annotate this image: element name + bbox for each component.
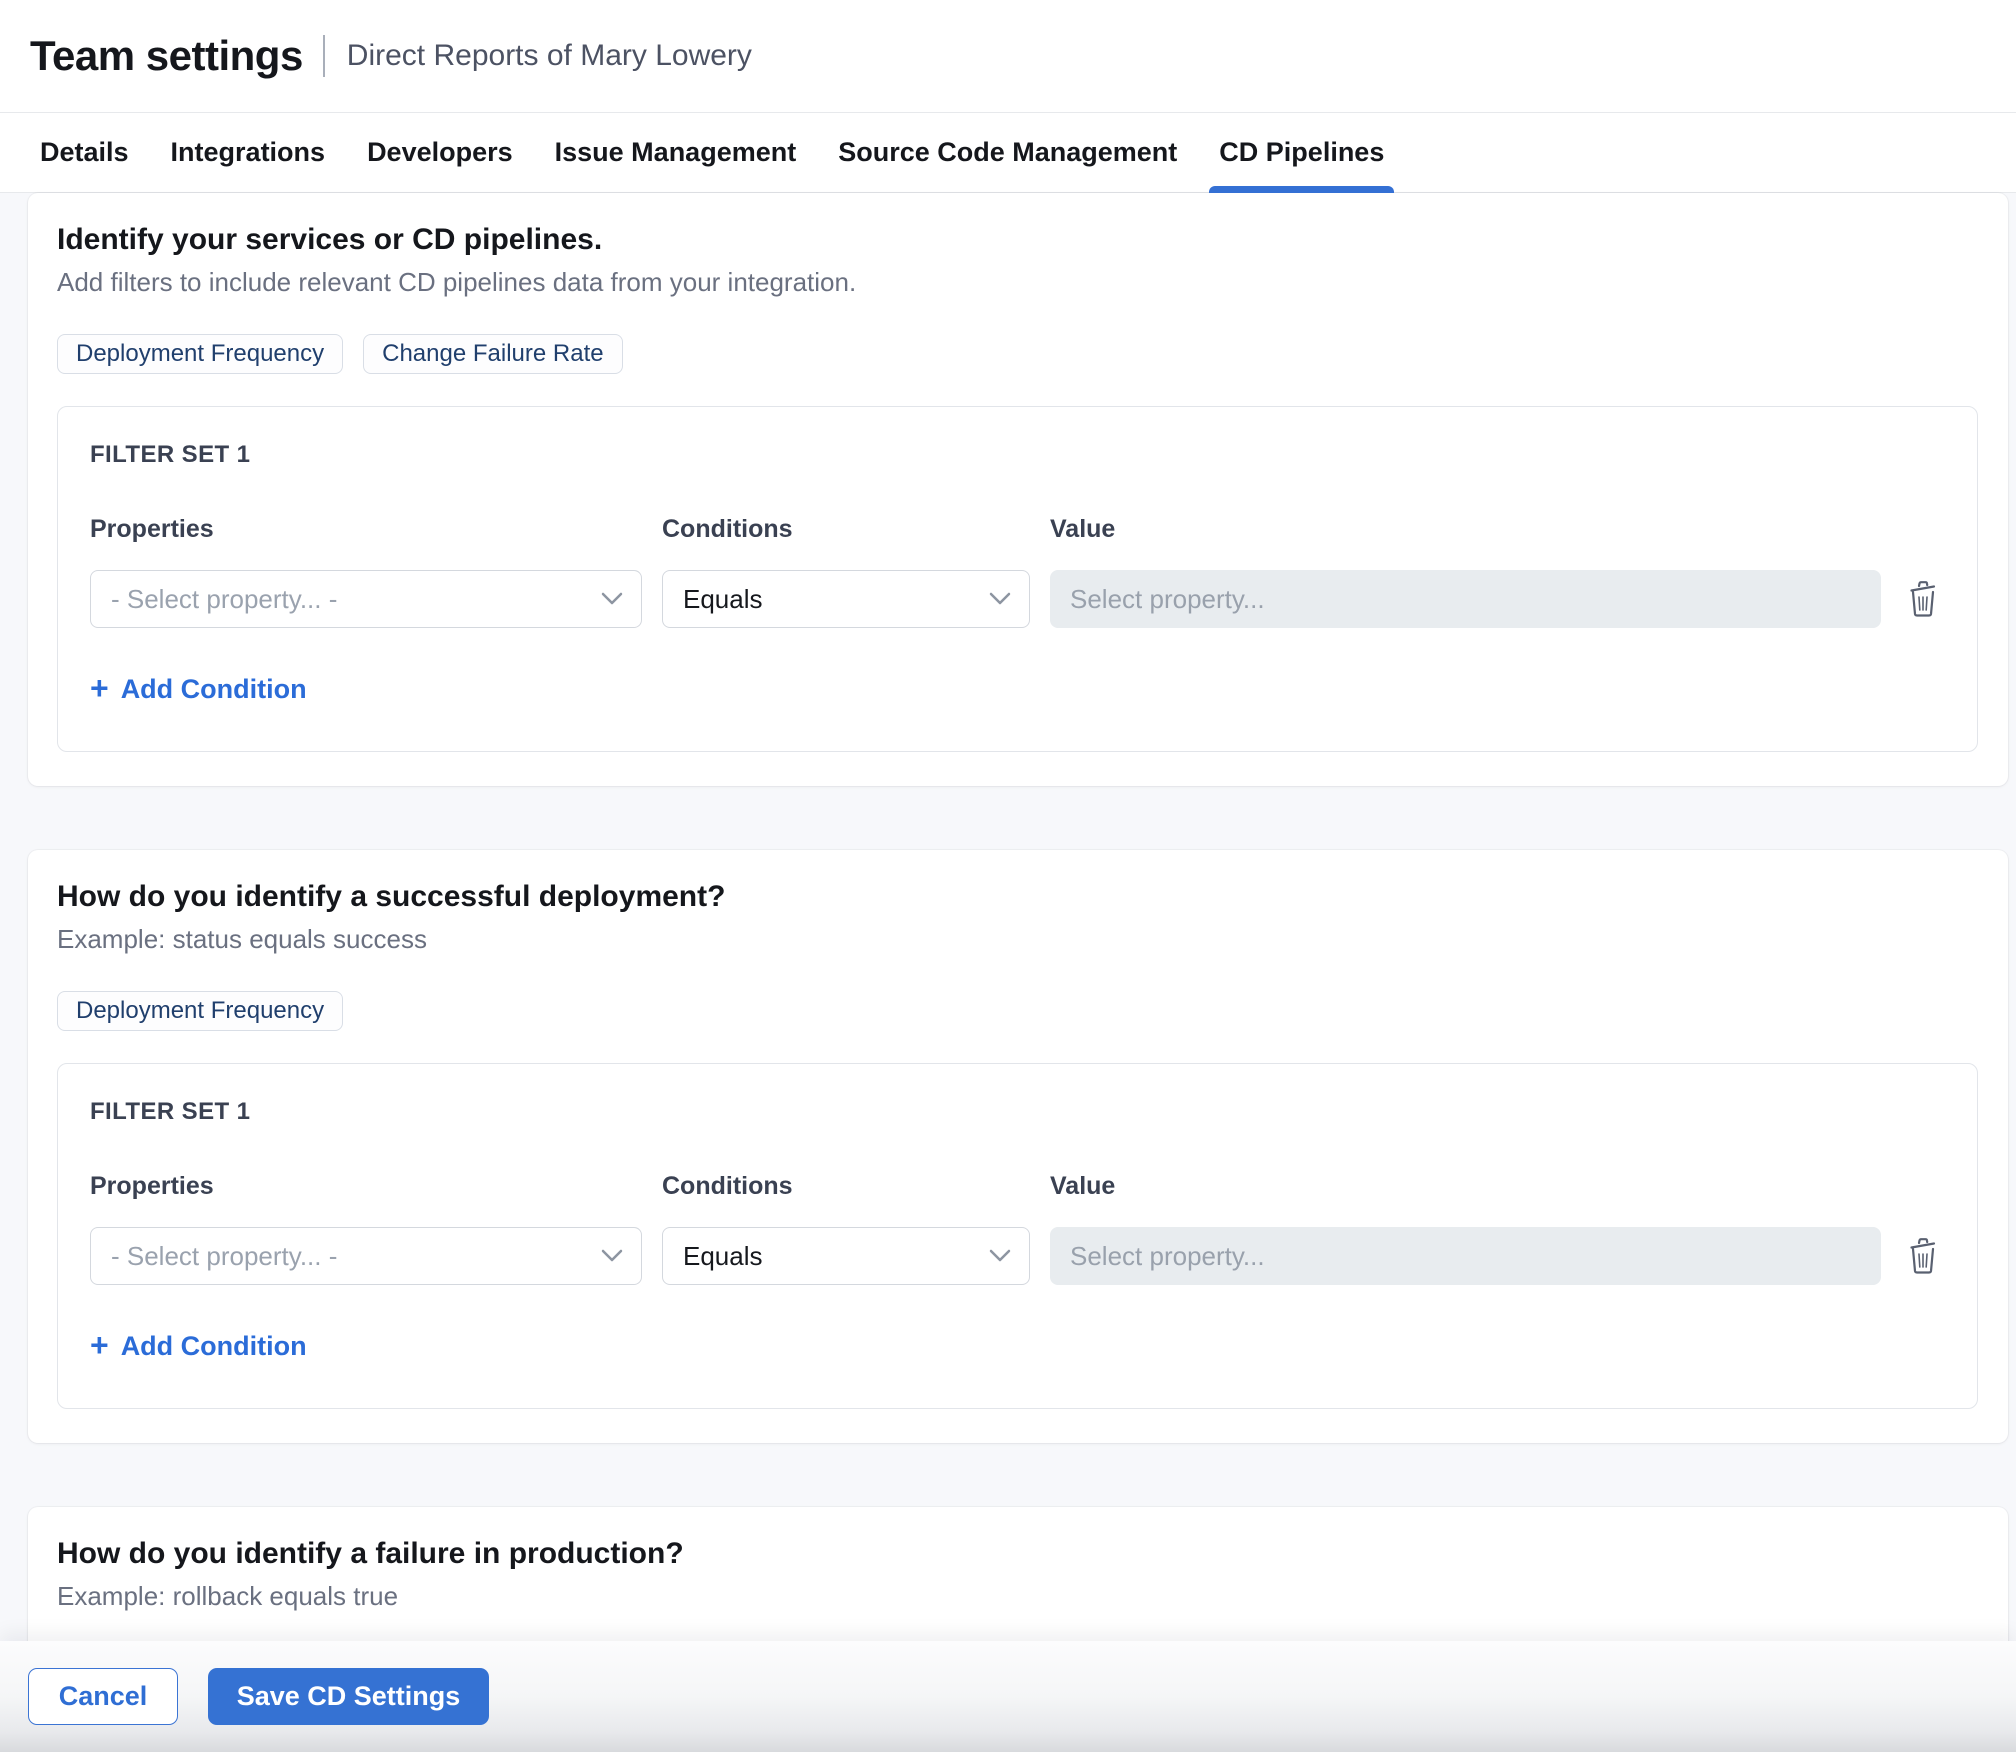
trash-icon <box>1908 1238 1938 1274</box>
filter-set-title: FILTER SET 1 <box>90 1098 1945 1126</box>
trash-icon <box>1908 581 1938 617</box>
chevron-down-icon <box>989 592 1011 606</box>
section-title: How do you identify a successful deploym… <box>57 880 1978 914</box>
value-input[interactable] <box>1050 1227 1881 1285</box>
value-input[interactable] <box>1050 570 1881 628</box>
tab-source-code-management[interactable]: Source Code Management <box>828 113 1187 192</box>
page-title: Team settings <box>30 32 303 80</box>
section-subtitle: Example: status equals success <box>57 924 1978 955</box>
page-header: Team settings Direct Reports of Mary Low… <box>0 0 2016 113</box>
filter-set-title: FILTER SET 1 <box>90 441 1945 469</box>
chip-deployment-frequency[interactable]: Deployment Frequency <box>57 334 343 374</box>
section-subtitle: Example: rollback equals true <box>57 1581 1978 1612</box>
chevron-down-icon <box>601 1249 623 1263</box>
team-settings-page: Team settings Direct Reports of Mary Low… <box>0 0 2016 1752</box>
condition-select[interactable]: Equals <box>662 1227 1030 1285</box>
cancel-button[interactable]: Cancel <box>28 1668 178 1725</box>
condition-select-value: Equals <box>683 584 763 615</box>
title-divider <box>323 35 325 77</box>
add-condition-button[interactable]: + Add Condition <box>90 674 307 705</box>
section-successful-deployment: How do you identify a successful deploym… <box>28 850 2008 1443</box>
tab-cd-pipelines[interactable]: CD Pipelines <box>1209 113 1394 192</box>
add-condition-button[interactable]: + Add Condition <box>90 1331 307 1362</box>
filter-set-card: FILTER SET 1 Properties Conditions Value… <box>57 406 1978 752</box>
settings-tabbar: Details Integrations Developers Issue Ma… <box>0 113 2016 193</box>
section-subtitle: Add filters to include relevant CD pipel… <box>57 267 1978 298</box>
page-subtitle: Direct Reports of Mary Lowery <box>347 39 752 73</box>
condition-select[interactable]: Equals <box>662 570 1030 628</box>
chip-change-failure-rate[interactable]: Change Failure Rate <box>363 334 622 374</box>
conditions-label: Conditions <box>662 1172 1030 1201</box>
section-title: How do you identify a failure in product… <box>57 1537 1978 1571</box>
value-label: Value <box>1050 515 1881 544</box>
tab-issue-management[interactable]: Issue Management <box>545 113 807 192</box>
conditions-label: Conditions <box>662 515 1030 544</box>
section-identify-services: Identify your services or CD pipelines. … <box>28 193 2008 786</box>
save-cd-settings-button[interactable]: Save CD Settings <box>208 1668 489 1725</box>
chevron-down-icon <box>989 1249 1011 1263</box>
filter-row: Properties Conditions Value - Select pro… <box>90 515 1945 628</box>
tab-details[interactable]: Details <box>30 113 139 192</box>
tab-developers[interactable]: Developers <box>357 113 523 192</box>
section-title: Identify your services or CD pipelines. <box>57 223 1978 257</box>
properties-label: Properties <box>90 1172 642 1201</box>
property-select-value: - Select property... - <box>111 1241 337 1272</box>
chip-deployment-frequency[interactable]: Deployment Frequency <box>57 991 343 1031</box>
delete-filter-button[interactable] <box>1901 574 1945 624</box>
tab-integrations[interactable]: Integrations <box>161 113 336 192</box>
filter-set-card: FILTER SET 1 Properties Conditions Value… <box>57 1063 1978 1409</box>
action-footer: Cancel Save CD Settings <box>0 1641 2016 1752</box>
add-condition-label: Add Condition <box>121 1331 307 1362</box>
cd-pipelines-content: Identify your services or CD pipelines. … <box>0 193 2016 1752</box>
metric-chips: Deployment Frequency Change Failure Rate <box>57 334 1978 374</box>
filter-row: Properties Conditions Value - Select pro… <box>90 1172 1945 1285</box>
chevron-down-icon <box>601 592 623 606</box>
condition-select-value: Equals <box>683 1241 763 1272</box>
properties-label: Properties <box>90 515 642 544</box>
metric-chips: Deployment Frequency <box>57 991 1978 1031</box>
property-select-value: - Select property... - <box>111 584 337 615</box>
plus-icon: + <box>90 1329 109 1361</box>
add-condition-label: Add Condition <box>121 674 307 705</box>
property-select[interactable]: - Select property... - <box>90 1227 642 1285</box>
delete-filter-button[interactable] <box>1901 1231 1945 1281</box>
value-label: Value <box>1050 1172 1881 1201</box>
property-select[interactable]: - Select property... - <box>90 570 642 628</box>
plus-icon: + <box>90 672 109 704</box>
